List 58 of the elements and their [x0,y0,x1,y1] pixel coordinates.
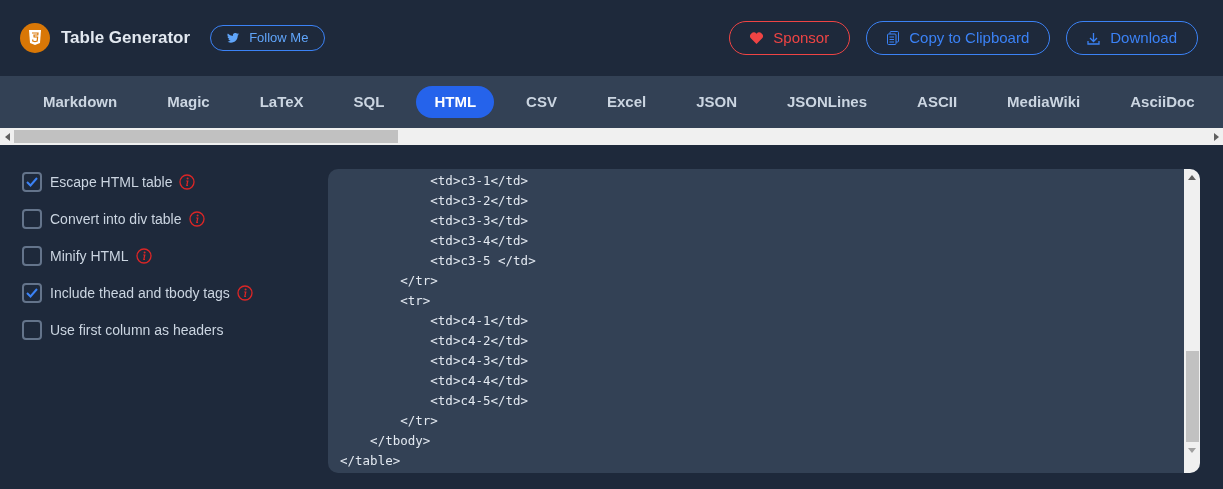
option-label: Minify HTML [50,246,129,266]
format-tab[interactable]: SQL [335,86,403,118]
code-line: <td>c3-5 </td> [429,252,536,270]
info-icon[interactable] [236,285,253,301]
scroll-right-icon[interactable] [1213,132,1219,141]
scroll-left-icon[interactable] [4,132,10,141]
code-line: </tr> [399,272,438,290]
code-output-panel[interactable]: <td>c3-1</td> <td>c3-2</td> <td>c3-3</td> <td>c3-4</td> <td>c3-5 </td> </tr> <tr> <td>c4-1</td> <td>c4-2</td> <td>c4-3</td> <td>c4-4</td> <td>c4-5</td> </tr> </tbody> </table> [328,169,1200,473]
code-line: </table> [340,452,401,470]
scroll-down-icon[interactable] [1188,448,1196,453]
format-tab[interactable]: MediaWiki [989,86,1099,118]
app-title: Table Generator [61,27,191,50]
download-icon [1087,31,1101,45]
vertical-scrollbar[interactable] [1184,169,1200,473]
format-tab[interactable]: AsciiDoc [1112,86,1213,118]
option-label: Escape HTML table [50,172,173,192]
option-label: Include thead and tbody tags [50,283,230,303]
checkmark-icon [26,177,38,187]
code-line: <td>c3-4</td> [429,232,529,250]
checkmark-icon [26,288,38,298]
scrollbar-thumb[interactable] [14,130,398,143]
format-tab[interactable]: JSONLines [769,86,886,118]
horizontal-scrollbar[interactable] [0,128,1223,145]
format-tab[interactable]: LaTeX [241,86,322,118]
code-line: <tr> [399,292,431,310]
code-line: <td>c4-1</td> [429,312,529,330]
info-icon[interactable] [179,174,196,190]
code-line: </tr> [399,412,438,430]
code-line: <td>c4-4</td> [429,372,529,390]
code-line: <td>c3-1</td> [429,172,529,190]
format-tab[interactable]: Excel [588,86,665,118]
code-line: <td>c3-3</td> [429,212,529,230]
info-icon[interactable] [188,211,205,227]
format-tab[interactable]: HTML [416,86,495,118]
code-line: <td>c3-2</td> [429,192,529,210]
format-tab[interactable]: Markdown [25,86,136,118]
html5-logo-icon [20,23,50,53]
format-tab[interactable]: JSON [678,86,755,118]
checkbox[interactable] [22,320,42,340]
format-tab[interactable]: CSV [508,86,575,118]
option-label: Use first column as headers [50,320,224,340]
option-label: Convert into div table [50,209,182,229]
checkbox[interactable] [22,246,42,266]
code-line: <td>c4-3</td> [429,352,529,370]
checkbox[interactable] [22,209,42,229]
code-line: </tbody> [369,432,431,450]
code-line: <td>c4-2</td> [429,332,529,350]
format-tab[interactable]: ASCII [899,86,976,118]
clipboard-icon [887,31,900,45]
scroll-up-icon[interactable] [1188,175,1196,180]
info-icon[interactable] [135,248,152,264]
bird-icon [227,33,240,43]
code-line: <td>c4-5</td> [429,392,529,410]
checkbox[interactable] [22,172,42,192]
scrollbar-thumb[interactable] [1185,351,1199,442]
heart-icon [750,32,764,44]
checkbox[interactable] [22,283,42,303]
format-tab[interactable]: Magic [149,86,228,118]
